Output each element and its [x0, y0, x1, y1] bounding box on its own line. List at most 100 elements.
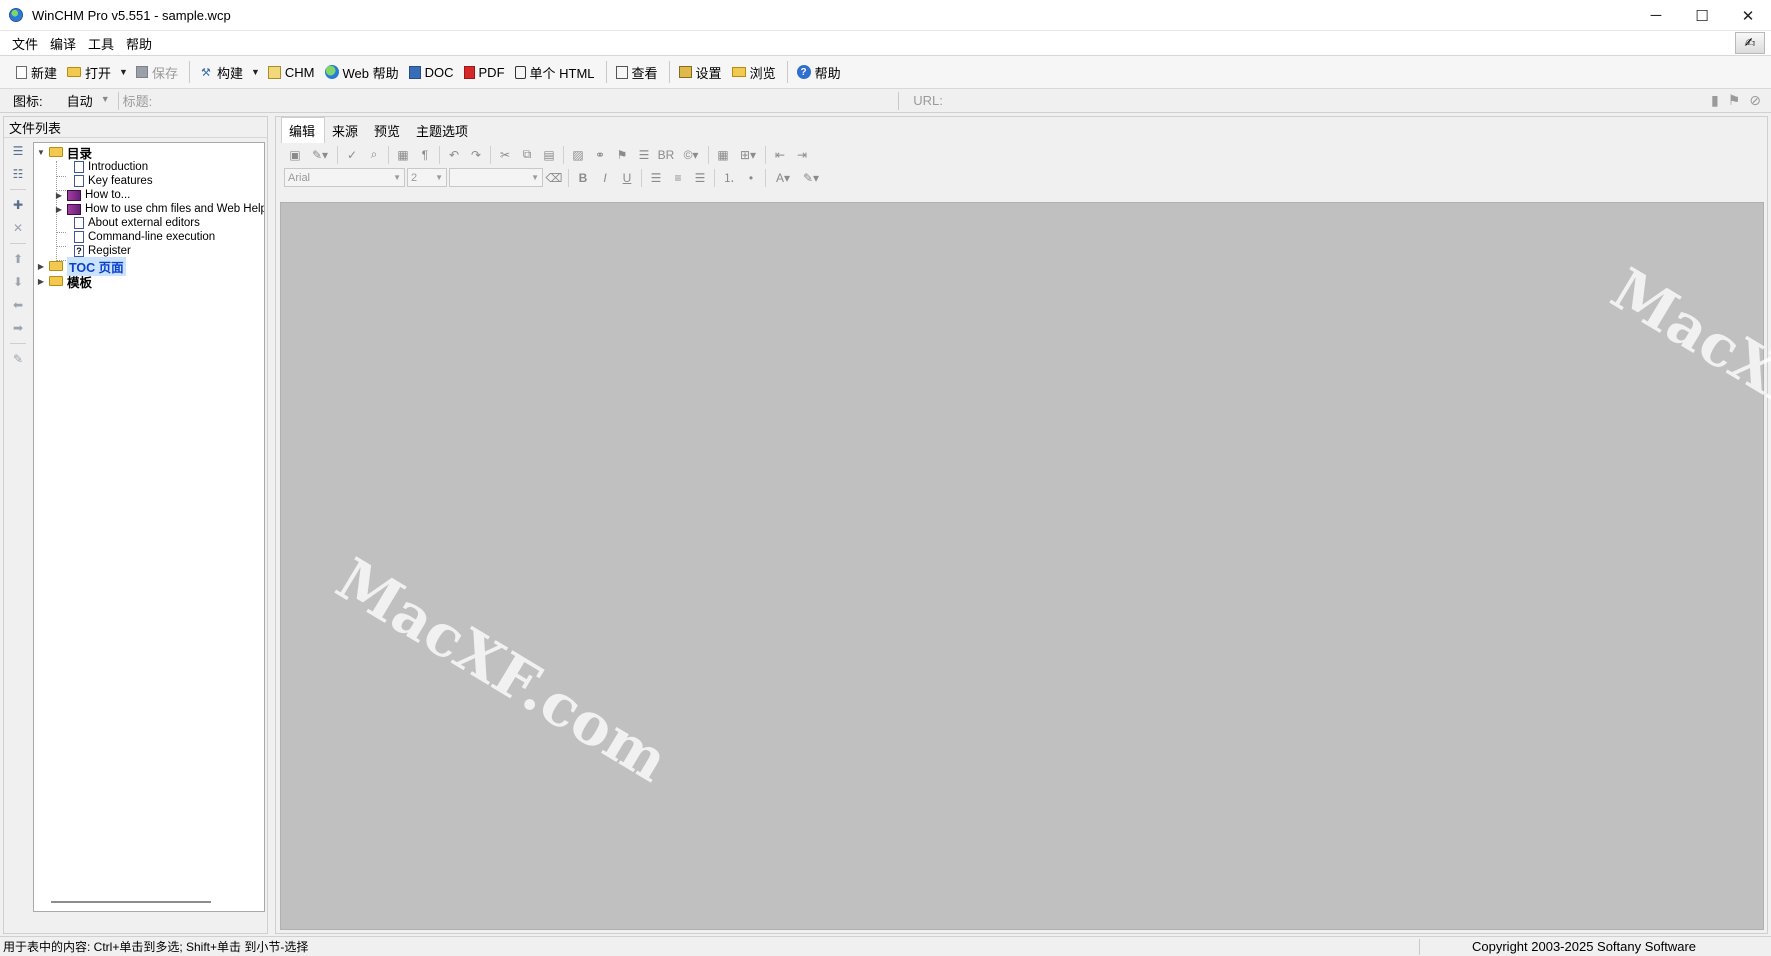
clear-format-icon[interactable]: ⌫: [543, 168, 565, 188]
font-color-icon[interactable]: A▾: [769, 168, 797, 188]
expand-arrow-icon[interactable]: ▶: [36, 262, 46, 271]
collapse-arrow-icon[interactable]: ▼: [36, 148, 46, 157]
special-char-icon[interactable]: ©▾: [677, 145, 705, 165]
table-options-icon[interactable]: ⊞▾: [734, 145, 762, 165]
undo-icon[interactable]: ↶: [443, 145, 465, 165]
minimize-button[interactable]: ─: [1633, 0, 1679, 31]
icon-select[interactable]: 自动 ▼: [67, 91, 110, 110]
italic-icon[interactable]: I: [594, 168, 616, 188]
move-down-icon[interactable]: ⬇: [9, 272, 27, 292]
page-icon: [74, 231, 84, 243]
add-child-topic-icon[interactable]: ☷: [9, 164, 27, 184]
bullet-list-icon[interactable]: •: [740, 168, 762, 188]
divider: [10, 243, 26, 244]
align-center-icon[interactable]: ≡: [667, 168, 689, 188]
close-button[interactable]: ✕: [1725, 0, 1771, 31]
browse-button[interactable]: 浏览: [728, 60, 782, 84]
properties-icon[interactable]: ✎: [9, 349, 27, 369]
menu-compile[interactable]: 编译: [44, 34, 82, 53]
menu-file[interactable]: 文件: [6, 34, 44, 53]
chevron-down-icon: ▼: [393, 173, 401, 182]
insert-list-icon[interactable]: ☰: [633, 145, 655, 165]
move-up-icon[interactable]: ⬆: [9, 249, 27, 269]
tree-node-label: Key features: [88, 175, 153, 187]
tab-source[interactable]: 来源: [325, 118, 367, 143]
select-all-icon[interactable]: ▦: [392, 145, 414, 165]
find-icon[interactable]: ⌕: [363, 145, 385, 165]
bookmark-icon[interactable]: ⚑: [611, 145, 633, 165]
save-button[interactable]: 保存: [132, 60, 184, 84]
expand-arrow-icon[interactable]: ▶: [54, 205, 64, 214]
doc-button[interactable]: DOC: [405, 60, 460, 84]
toc-tree[interactable]: ▼ 目录 Introduction Key features ▶ How to.…: [33, 142, 265, 912]
help-label: 帮助: [814, 65, 841, 81]
editor-canvas[interactable]: [280, 202, 1764, 930]
single-html-label: 单个 HTML: [529, 65, 595, 81]
tab-topic-options[interactable]: 主题选项: [409, 118, 477, 143]
web-help-button[interactable]: Web 帮助: [321, 60, 405, 84]
pdf-button[interactable]: PDF: [460, 60, 511, 84]
horizontal-scrollbar[interactable]: [51, 901, 211, 903]
delete-icon[interactable]: ✕: [9, 218, 27, 238]
highlight-color-icon[interactable]: ✎▾: [797, 168, 825, 188]
edit-external-icon[interactable]: ✎▾: [306, 145, 334, 165]
open-button[interactable]: 打开: [63, 60, 117, 84]
underline-icon[interactable]: U: [616, 168, 638, 188]
tree-node-templates[interactable]: ▶ 模板: [36, 273, 92, 290]
divider: [10, 343, 26, 344]
build-dropdown-arrow[interactable]: ▼: [251, 67, 260, 77]
clear-icon[interactable]: ⊘: [1749, 92, 1761, 109]
numbered-list-icon[interactable]: ⒈: [718, 168, 740, 188]
word-doc-icon: [408, 65, 421, 79]
copyright-text: Copyright 2003-2025 Softany Software: [1472, 939, 1697, 954]
spell-check-icon[interactable]: ✓: [341, 145, 363, 165]
single-html-button[interactable]: 单个 HTML: [511, 60, 601, 84]
insert-link-icon[interactable]: ⚭: [589, 145, 611, 165]
page-icon: [74, 175, 84, 187]
insert-image-icon[interactable]: ▨: [567, 145, 589, 165]
copy-icon[interactable]: ⧉: [516, 145, 538, 165]
page-icon[interactable]: ▮: [1711, 92, 1719, 109]
line-break-icon[interactable]: BR: [655, 145, 677, 165]
new-document-icon: [16, 65, 27, 79]
chm-button[interactable]: CHM: [264, 60, 321, 84]
align-right-icon[interactable]: ☰: [689, 168, 711, 188]
title-input[interactable]: [152, 90, 891, 111]
paragraph-mark-icon[interactable]: ¶: [414, 145, 436, 165]
bookmark-icon[interactable]: ⚑: [1728, 92, 1741, 109]
tree-node-root[interactable]: ▼ 目录: [36, 144, 92, 161]
maximize-button[interactable]: ☐: [1679, 0, 1725, 31]
divider: [117, 91, 119, 110]
expand-arrow-icon[interactable]: ▶: [36, 277, 46, 286]
move-right-icon[interactable]: ➡: [9, 318, 27, 338]
settings-button[interactable]: 设置: [675, 60, 728, 84]
cut-icon[interactable]: ✂: [494, 145, 516, 165]
add-topic-icon[interactable]: ☰: [9, 141, 27, 161]
font-size-select[interactable]: 2 ▼: [407, 168, 447, 187]
menu-tools[interactable]: 工具: [82, 34, 120, 53]
help-mascot-icon[interactable]: ✍: [1735, 32, 1765, 54]
bold-icon[interactable]: B: [572, 168, 594, 188]
web-help-label: Web 帮助: [342, 65, 399, 81]
open-dropdown-arrow[interactable]: ▼: [119, 67, 128, 77]
menu-help[interactable]: 帮助: [120, 34, 158, 53]
build-button[interactable]: ⚒ 构建: [195, 60, 249, 84]
add-icon[interactable]: ✚: [9, 195, 27, 215]
save-icon[interactable]: ▣: [284, 145, 306, 165]
insert-table-icon[interactable]: ▦: [712, 145, 734, 165]
divider: [641, 168, 642, 187]
view-button[interactable]: 查看: [612, 60, 664, 84]
expand-arrow-icon[interactable]: ▶: [54, 191, 64, 200]
tab-preview[interactable]: 预览: [367, 118, 409, 143]
font-select[interactable]: Arial ▼: [284, 168, 405, 187]
redo-icon[interactable]: ↷: [465, 145, 487, 165]
align-left-icon[interactable]: ☰: [645, 168, 667, 188]
paste-icon[interactable]: ▤: [538, 145, 560, 165]
indent-icon[interactable]: ⇥: [791, 145, 813, 165]
help-button[interactable]: ? 帮助: [793, 60, 847, 84]
new-button[interactable]: 新建: [12, 60, 63, 84]
style-select[interactable]: ▼: [449, 168, 543, 187]
move-left-icon[interactable]: ⬅: [9, 295, 27, 315]
outdent-icon[interactable]: ⇤: [769, 145, 791, 165]
tab-edit[interactable]: 编辑: [281, 117, 326, 143]
